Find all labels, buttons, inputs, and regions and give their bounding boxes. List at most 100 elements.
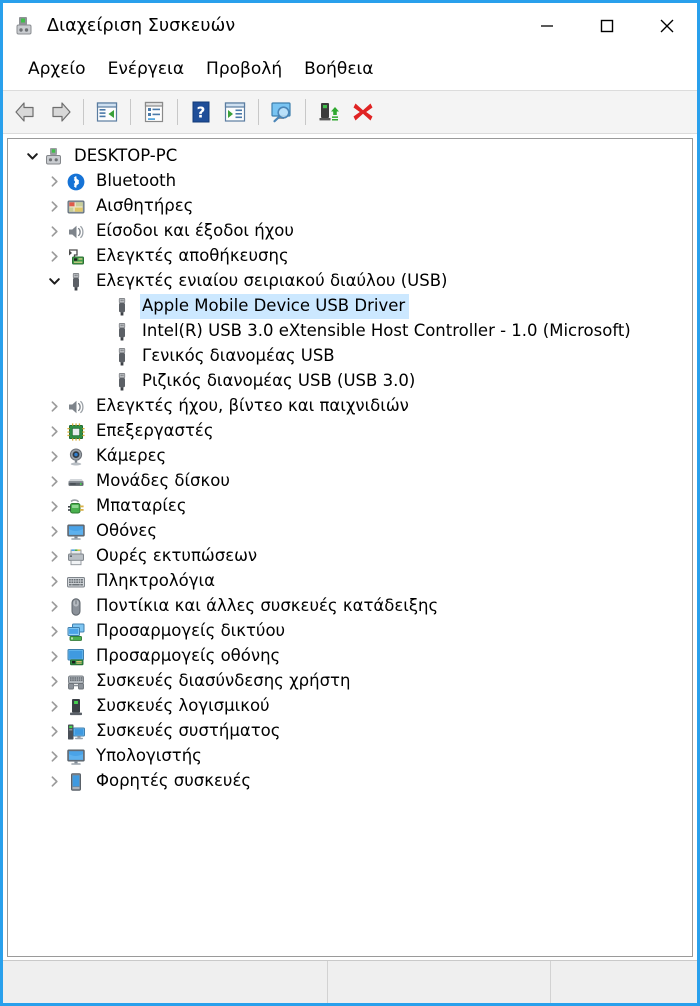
chevron-right-icon[interactable]: [42, 175, 66, 188]
tree-node[interactable]: Ποντίκια και άλλες συσκευές κατάδειξης: [8, 594, 692, 619]
tree-node-label: Είσοδοι και έξοδοι ήχου: [96, 221, 294, 240]
tree-node-label: Ελεγκτές ενιαίου σειριακού διαύλου (USB): [96, 271, 448, 290]
maximize-icon: [600, 19, 614, 32]
tree-node[interactable]: Συσκευές διασύνδεσης χρήστη: [8, 669, 692, 694]
software-device-icon: [66, 697, 86, 717]
tree-node[interactable]: Ριζικός διανομέας USB (USB 3.0): [8, 369, 692, 394]
chevron-right-icon[interactable]: [42, 575, 66, 588]
close-icon: [660, 19, 674, 32]
uninstall-device-button[interactable]: [346, 95, 380, 129]
tree-node[interactable]: Συσκευές λογισμικού: [8, 694, 692, 719]
monitor-icon: [66, 522, 86, 542]
chevron-right-icon[interactable]: [42, 625, 66, 638]
tree-node[interactable]: Φορητές συσκευές: [8, 769, 692, 794]
tree-node[interactable]: Apple Mobile Device USB Driver: [8, 294, 692, 319]
chevron-right-icon[interactable]: [42, 750, 66, 763]
audio-io-icon: [66, 222, 86, 242]
menu-item-view[interactable]: Προβολή: [195, 56, 293, 82]
chevron-right-icon[interactable]: [42, 725, 66, 738]
tree-node-label: Ουρές εκτυπώσεων: [96, 546, 258, 565]
enable-device-button[interactable]: [312, 95, 346, 129]
scan-for-hardware-changes-button[interactable]: [265, 95, 299, 129]
tree-node[interactable]: Ελεγκτές ήχου, βίντεο και παιχνιδιών: [8, 394, 692, 419]
tree-node[interactable]: Επεξεργαστές: [8, 419, 692, 444]
tree-node-label: Ποντίκια και άλλες συσκευές κατάδειξης: [96, 596, 439, 615]
keyboard-icon: [66, 572, 86, 592]
window-controls: [517, 3, 697, 48]
tree-node[interactable]: Αισθητήρες: [8, 194, 692, 219]
toolbar-separator: [305, 99, 306, 125]
usb-icon: [66, 272, 86, 292]
toolbar-separator: [258, 99, 259, 125]
properties-button[interactable]: [137, 95, 171, 129]
update-driver-button[interactable]: [218, 95, 252, 129]
tree-node-label: DESKTOP-PC: [74, 146, 178, 165]
tree-node-label: Υπολογιστής: [96, 746, 202, 765]
tree-node[interactable]: Intel(R) USB 3.0 eXtensible Host Control…: [8, 319, 692, 344]
forward-button[interactable]: [43, 95, 77, 129]
audio-io-icon: [66, 397, 86, 417]
toolbar-separator: [177, 99, 178, 125]
svg-text:?: ?: [197, 104, 206, 122]
status-cell-3: [551, 961, 697, 1003]
tree-node[interactable]: DESKTOP-PC: [8, 144, 692, 169]
maximize-button[interactable]: [577, 3, 637, 48]
chevron-right-icon[interactable]: [42, 650, 66, 663]
sensors-icon: [66, 197, 86, 217]
chevron-right-icon[interactable]: [42, 600, 66, 613]
tree-node[interactable]: Είσοδοι και έξοδοι ήχου: [8, 219, 692, 244]
minimize-button[interactable]: [517, 3, 577, 48]
tree-node[interactable]: Bluetooth: [8, 169, 692, 194]
properties-icon: [144, 101, 164, 123]
chevron-right-icon[interactable]: [42, 700, 66, 713]
tree-node[interactable]: Μονάδες δίσκου: [8, 469, 692, 494]
chevron-right-icon[interactable]: [42, 500, 66, 513]
tree-node[interactable]: Συσκευές συστήματος: [8, 719, 692, 744]
chevron-right-icon[interactable]: [42, 450, 66, 463]
chevron-right-icon[interactable]: [42, 250, 66, 263]
tree-node[interactable]: Προσαρμογείς οθόνης: [8, 644, 692, 669]
close-button[interactable]: [637, 3, 697, 48]
tree-node-label: Συσκευές λογισμικού: [96, 696, 270, 715]
chevron-down-icon[interactable]: [42, 275, 66, 288]
chevron-right-icon[interactable]: [42, 225, 66, 238]
chevron-right-icon[interactable]: [42, 525, 66, 538]
chevron-right-icon[interactable]: [42, 200, 66, 213]
menu-bar: Αρχείο Ενέργεια Προβολή Βοήθεια: [3, 48, 697, 90]
camera-icon: [66, 447, 86, 467]
show-hide-console-tree-button[interactable]: [90, 95, 124, 129]
status-cell-2: [328, 961, 551, 1003]
tree-node-label: Συσκευές συστήματος: [96, 721, 281, 740]
tree-node[interactable]: Ελεγκτές ενιαίου σειριακού διαύλου (USB): [8, 269, 692, 294]
tree-node[interactable]: Μπαταρίες: [8, 494, 692, 519]
chevron-right-icon[interactable]: [42, 550, 66, 563]
menu-item-help[interactable]: Βοήθεια: [293, 56, 384, 82]
tree-node[interactable]: Ουρές εκτυπώσεων: [8, 544, 692, 569]
help-button[interactable]: ?: [184, 95, 218, 129]
chevron-right-icon[interactable]: [42, 425, 66, 438]
chevron-right-icon[interactable]: [42, 775, 66, 788]
menu-item-action[interactable]: Ενέργεια: [97, 56, 195, 82]
monitor-icon: [66, 747, 86, 767]
chevron-right-icon[interactable]: [42, 400, 66, 413]
tree-node[interactable]: Οθόνες: [8, 519, 692, 544]
menu-item-file[interactable]: Αρχείο: [17, 56, 97, 82]
chevron-right-icon[interactable]: [42, 675, 66, 688]
chevron-down-icon[interactable]: [20, 150, 44, 163]
tree-node-label: Αισθητήρες: [96, 196, 194, 215]
tree-node[interactable]: Υπολογιστής: [8, 744, 692, 769]
hid-icon: [66, 672, 86, 692]
tree-node[interactable]: Πληκτρολόγια: [8, 569, 692, 594]
chevron-right-icon[interactable]: [42, 475, 66, 488]
bluetooth-icon: [66, 172, 86, 192]
printer-icon: [66, 547, 86, 567]
back-button[interactable]: [9, 95, 43, 129]
window-title: Διαχείριση Συσκευών: [47, 15, 236, 36]
tree-node-label: Ελεγκτές αποθήκευσης: [96, 246, 289, 265]
tree-node-label: Συσκευές διασύνδεσης χρήστη: [96, 671, 351, 690]
device-tree-panel[interactable]: DESKTOP-PC Bluetooth Αισθητήρες Είσοδοι και…: [7, 138, 693, 957]
tree-node[interactable]: Ελεγκτές αποθήκευσης: [8, 244, 692, 269]
tree-node[interactable]: Κάμερες: [8, 444, 692, 469]
tree-node[interactable]: Γενικός διανομέας USB: [8, 344, 692, 369]
tree-node[interactable]: Προσαρμογείς δικτύου: [8, 619, 692, 644]
